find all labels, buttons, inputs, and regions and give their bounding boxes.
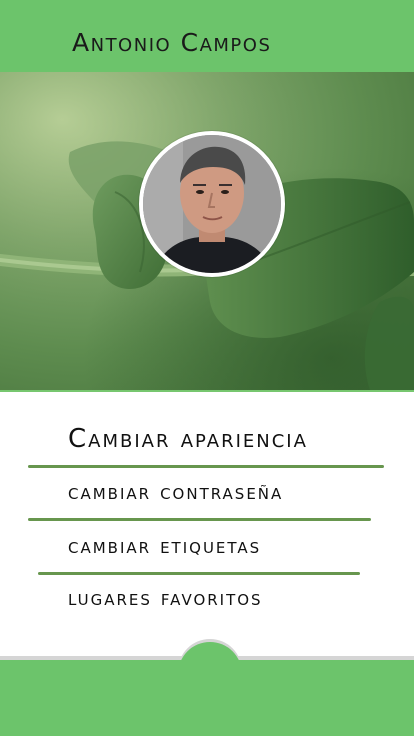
menu-divider [28, 465, 384, 468]
menu-item-cambiar-etiquetas[interactable]: cambiar etiquetas [68, 534, 261, 559]
app-header: Antonio Campos [0, 0, 414, 72]
avatar[interactable] [139, 131, 285, 277]
app-footer [0, 660, 414, 736]
profile-name: Antonio Campos [72, 28, 272, 57]
menu-divider [28, 518, 371, 521]
user-avatar-icon [143, 135, 281, 273]
menu-divider [38, 572, 360, 575]
menu-item-cambiar-contrasena[interactable]: cambiar contraseña [68, 480, 283, 505]
menu-item-lugares-favoritos[interactable]: lugares favoritos [68, 586, 263, 611]
menu-item-cambiar-apariencia[interactable]: Cambiar apariencia [68, 424, 308, 454]
